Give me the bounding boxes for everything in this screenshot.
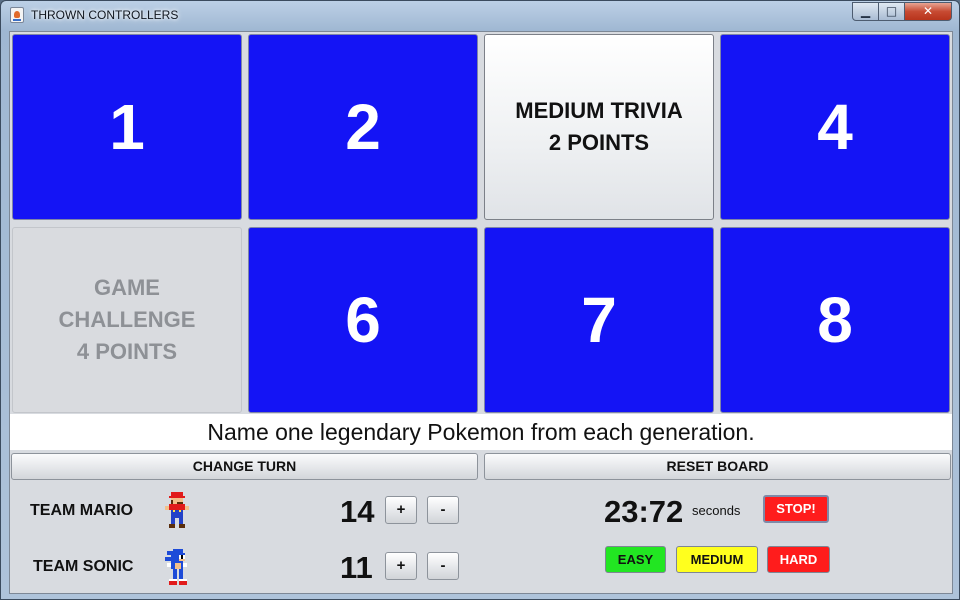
tile-label: 4 [817,91,853,163]
board-tile-4[interactable]: 4 [720,34,950,220]
question-text: Name one legendary Pokemon from each gen… [10,414,952,450]
close-button[interactable]: ✕ [904,2,952,21]
easy-button[interactable]: EASY [605,546,666,573]
minimize-button[interactable]: ▁ [852,2,879,21]
team-mario-name: TEAM MARIO [30,502,134,519]
java-app-icon [10,7,24,23]
board-tile-3[interactable]: MEDIUM TRIVIA 2 POINTS [484,34,714,220]
board-tile-7[interactable]: 7 [484,227,714,413]
team-sonic-name: TEAM SONIC [33,558,134,575]
tile-label: 2 [345,91,381,163]
change-turn-button[interactable]: CHANGE TURN [11,453,478,480]
tile-label: 8 [817,284,853,356]
board-tile-8[interactable]: 8 [720,227,950,413]
window-title: THROWN CONTROLLERS [31,8,179,22]
board-tile-6[interactable]: 6 [248,227,478,413]
app-window: THROWN CONTROLLERS ▁ □ ✕ 1 2 MEDIUM TRIV… [0,0,960,600]
board-tile-1[interactable]: 1 [12,34,242,220]
medium-button[interactable]: MEDIUM [676,546,758,573]
timer-display: 23:72 [604,494,684,529]
stop-timer-button[interactable]: STOP! [763,495,829,523]
tile-label: 1 [109,91,145,163]
team-mario-minus-button[interactable]: - [427,496,459,524]
tile-label: 6 [345,284,381,356]
title-bar[interactable]: THROWN CONTROLLERS ▁ □ ✕ [1,1,959,29]
maximize-button[interactable]: □ [878,2,905,21]
timer-unit-label: seconds [692,503,741,518]
sonic-sprite-icon [165,549,187,585]
team-mario-plus-button[interactable]: + [385,496,417,524]
hard-button[interactable]: HARD [767,546,830,573]
team-sonic-score: 11 [340,550,373,585]
team-sonic-plus-button[interactable]: + [385,552,417,580]
team-sonic-minus-button[interactable]: - [427,552,459,580]
board-tile-5: GAME CHALLENGE 4 POINTS [12,227,242,413]
tile-label: GAME CHALLENGE 4 POINTS [58,275,196,364]
mario-sprite-icon [165,492,189,528]
board-tile-2[interactable]: 2 [248,34,478,220]
tile-label: 7 [581,284,617,356]
tile-label: MEDIUM TRIVIA 2 POINTS [515,98,683,155]
game-panel: 1 2 MEDIUM TRIVIA 2 POINTS 4 GAME CHALLE… [9,31,953,594]
team-mario-score: 14 [340,494,375,529]
reset-board-button[interactable]: RESET BOARD [484,453,951,480]
